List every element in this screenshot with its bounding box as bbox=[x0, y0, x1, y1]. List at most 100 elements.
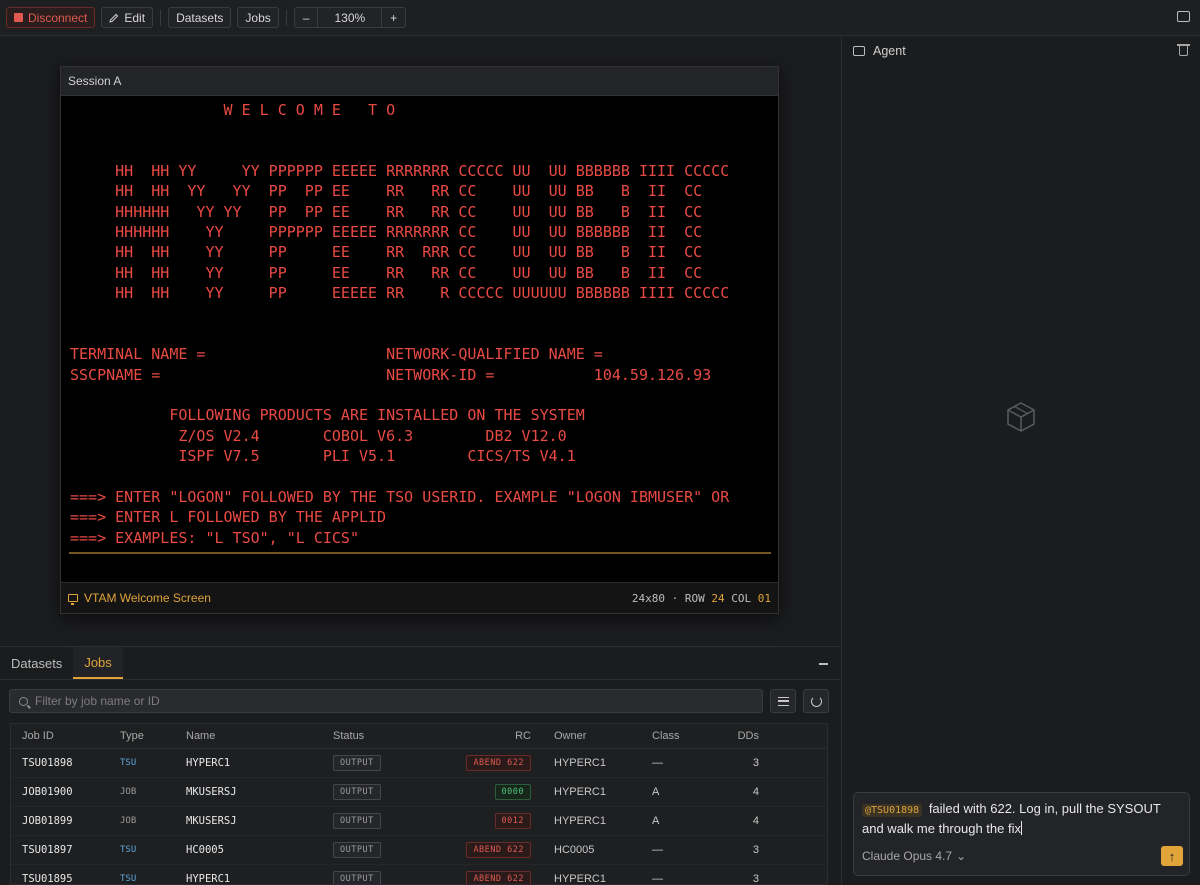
rc-badge-label: ABEND 622 bbox=[466, 842, 531, 858]
job-dds: 3 bbox=[752, 844, 759, 856]
job-class: A bbox=[652, 815, 660, 827]
tab-jobs[interactable]: Jobs bbox=[73, 647, 123, 679]
column-header[interactable]: DDs bbox=[738, 724, 759, 748]
terminal-line: HH HH YY YY PP PP EE RR RR CC UU UU BB B… bbox=[70, 182, 703, 200]
refresh-button[interactable] bbox=[803, 689, 829, 713]
panel-tabs: Datasets Jobs bbox=[0, 647, 840, 680]
job-class: — bbox=[652, 873, 663, 885]
col-label: COL bbox=[731, 591, 752, 605]
status-badge-label: OUTPUT bbox=[333, 813, 381, 829]
table-row[interactable]: JOB01899 JOB MKUSERSJ OUTPUT 0012 HYPERC1 A 4 bbox=[11, 807, 827, 836]
table-row[interactable]: JOB01900 JOB MKUSERSJ OUTPUT 0000 HYPERC1 A 4 bbox=[11, 778, 827, 807]
edit-button[interactable]: Edit bbox=[101, 7, 154, 28]
column-header[interactable]: RC bbox=[515, 724, 531, 748]
table-row[interactable]: TSU01898 TSU HYPERC1 OUTPUT ABEND 622 HYPERC1… bbox=[11, 749, 827, 778]
job-dds: 3 bbox=[752, 873, 759, 885]
column-header[interactable]: Name bbox=[186, 724, 215, 748]
jobs-table: Job ID Type Name Status RC Owner Class D… bbox=[10, 723, 828, 885]
filter-options-button[interactable] bbox=[770, 689, 796, 713]
job-id: JOB01900 bbox=[22, 786, 73, 798]
terminal-line: ISPF V7.5 PLI V5.1 CICS/TS V4.1 bbox=[70, 447, 576, 465]
cube-icon bbox=[1007, 402, 1035, 432]
agent-header: Agent bbox=[853, 44, 906, 58]
jobs-button[interactable]: Jobs bbox=[237, 7, 279, 28]
minimize-icon[interactable] bbox=[819, 663, 828, 665]
job-owner: HYPERC1 bbox=[554, 873, 606, 885]
column-header[interactable]: Owner bbox=[554, 724, 586, 748]
tab-datasets[interactable]: Datasets bbox=[0, 647, 73, 679]
cursor-position: 24x80 · ROW 24 COL 01 bbox=[631, 591, 771, 605]
trash-icon[interactable] bbox=[1177, 44, 1190, 56]
column-header[interactable]: Class bbox=[652, 724, 680, 748]
terminal-line: HH HH YY PP EE RR RRR CC UU UU BB B II C… bbox=[70, 243, 703, 261]
message-icon bbox=[853, 46, 865, 56]
terminal-line: TERMINAL NAME = NETWORK-QUALIFIED NAME = bbox=[70, 345, 603, 363]
column-header[interactable]: Type bbox=[120, 724, 144, 748]
chat-icon[interactable] bbox=[1177, 11, 1190, 22]
job-name: HYPERC1 bbox=[186, 757, 231, 769]
job-type: JOB bbox=[120, 787, 137, 797]
column-header[interactable]: Job ID bbox=[22, 724, 54, 748]
rc-badge: ABEND 622 bbox=[466, 836, 531, 864]
zoom-out-button[interactable]: – bbox=[295, 11, 318, 25]
job-name: MKUSERSJ bbox=[186, 815, 237, 827]
status-badge: OUTPUT bbox=[333, 778, 381, 806]
search-icon bbox=[19, 696, 28, 706]
bottom-panel: Datasets Jobs Job ID Type Name Status RC… bbox=[0, 646, 840, 885]
status-badge: OUTPUT bbox=[333, 836, 381, 864]
datasets-label: Datasets bbox=[176, 10, 224, 25]
terminal-line: FOLLOWING PRODUCTS ARE INSTALLED ON THE … bbox=[70, 406, 585, 424]
job-type: TSU bbox=[120, 845, 137, 855]
col-value: 01 bbox=[757, 591, 771, 605]
filter-row bbox=[9, 689, 829, 713]
job-dds: 3 bbox=[752, 757, 759, 769]
table-header: Job ID Type Name Status RC Owner Class D… bbox=[11, 724, 827, 749]
job-class: — bbox=[652, 844, 663, 856]
send-button[interactable]: ↑ bbox=[1161, 846, 1183, 866]
terminal-area: Session A W E L C O M E T O HH HH YY YY … bbox=[0, 36, 840, 646]
session-footer: VTAM Welcome Screen 24x80 · ROW 24 COL 0… bbox=[61, 582, 778, 613]
disconnect-button[interactable]: Disconnect bbox=[6, 7, 96, 28]
zoom-level: 130% bbox=[317, 8, 383, 27]
rc-badge-label: ABEND 622 bbox=[466, 755, 531, 771]
session-title: Session A bbox=[68, 74, 122, 88]
pencil-icon bbox=[109, 13, 119, 23]
toolbar: Disconnect Edit Datasets Jobs – 130% + bbox=[0, 0, 1200, 36]
toolbar-divider bbox=[160, 9, 162, 26]
job-type: TSU bbox=[120, 874, 137, 884]
agent-title: Agent bbox=[873, 44, 906, 58]
column-header[interactable]: Status bbox=[333, 724, 364, 748]
terminal-cursor-line bbox=[69, 552, 771, 554]
chevron-down-icon: ⌄ bbox=[956, 849, 967, 863]
refresh-icon bbox=[810, 695, 822, 707]
job-id: JOB01899 bbox=[22, 815, 73, 827]
toolbar-divider bbox=[285, 9, 287, 26]
table-row[interactable]: TSU01895 TSU HYPERC1 OUTPUT ABEND 622 HYPERC1… bbox=[11, 865, 827, 885]
zoom-in-button[interactable]: + bbox=[382, 11, 405, 25]
job-id: TSU01895 bbox=[22, 873, 73, 885]
model-name: Claude Opus 4.7 bbox=[862, 849, 953, 863]
job-owner: HYPERC1 bbox=[554, 815, 606, 827]
status-badge: OUTPUT bbox=[333, 865, 381, 884]
terminal-line: HH HH YY YY PPPPPP EEEEE RRRRRRR CCCCC U… bbox=[70, 162, 730, 180]
job-name: MKUSERSJ bbox=[186, 786, 237, 798]
terminal-line: HHHHHH YY YY PP PP EE RR RR CC UU UU BB … bbox=[70, 203, 703, 221]
terminal-screen[interactable]: W E L C O M E T O HH HH YY YY PPPPPP EEE… bbox=[61, 96, 778, 583]
text-caret bbox=[1020, 821, 1022, 835]
job-owner: HC0005 bbox=[554, 844, 595, 856]
job-filter-input[interactable] bbox=[35, 694, 735, 708]
job-id: TSU01898 bbox=[22, 757, 73, 769]
session-header: Session A bbox=[61, 67, 778, 96]
rc-badge-label: ABEND 622 bbox=[466, 871, 531, 884]
model-selector[interactable]: Claude Opus 4.7 ⌄ bbox=[862, 849, 966, 863]
job-filter bbox=[9, 689, 763, 713]
table-row[interactable]: TSU01897 TSU HC0005 OUTPUT ABEND 622 HC0005 — 3 bbox=[11, 836, 827, 865]
terminal-line: HHHHHH YY PPPPPP EEEEE RRRRRRR CC UU UU … bbox=[70, 223, 703, 241]
rc-badge-label: 0012 bbox=[494, 813, 531, 829]
status-badge-label: OUTPUT bbox=[333, 842, 381, 858]
message-composer[interactable]: @TSU01898 failed with 622. Log in, pull … bbox=[853, 792, 1190, 876]
job-type: TSU bbox=[120, 758, 137, 768]
composer-input[interactable]: @TSU01898 failed with 622. Log in, pull … bbox=[862, 800, 1184, 838]
jobs-label: Jobs bbox=[245, 10, 271, 25]
datasets-button[interactable]: Datasets bbox=[168, 7, 232, 28]
